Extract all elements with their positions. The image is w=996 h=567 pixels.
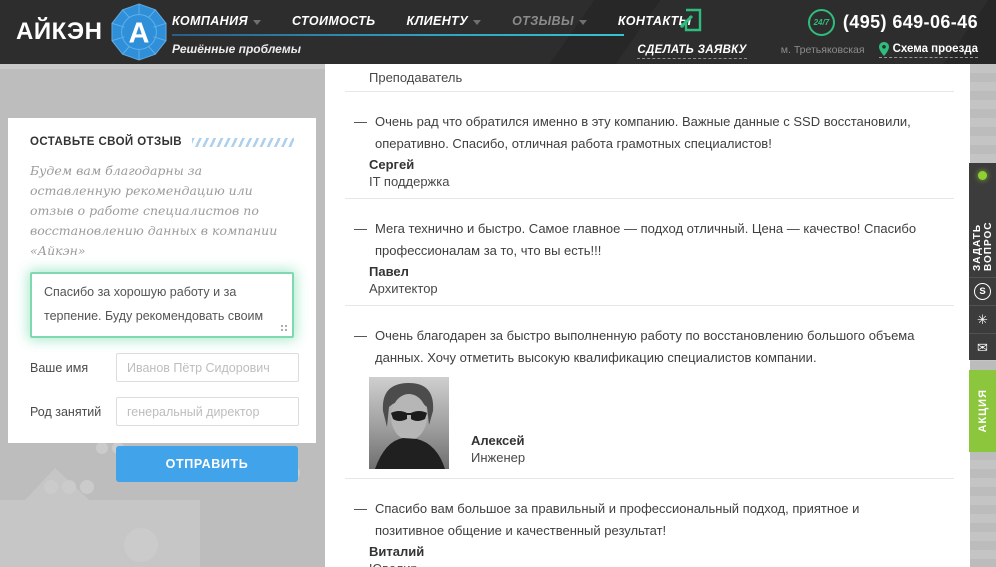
- review-item: — Очень рад что обратился именно в эту к…: [369, 92, 930, 198]
- skype-icon[interactable]: S: [969, 277, 996, 305]
- form-description: Будем вам благодарны за оставленную реко…: [30, 161, 294, 261]
- make-request-label: СДЕЛАТЬ ЗАЯВКУ: [637, 44, 746, 59]
- review-text: Очень благодарен за быстро выполненную р…: [375, 325, 930, 369]
- metro-station: м. Третьяковская: [781, 44, 865, 56]
- icq-icon[interactable]: ✳: [969, 305, 996, 333]
- directions-link[interactable]: Схема проезда: [879, 42, 978, 58]
- phone-number[interactable]: (495) 649-06-46: [843, 12, 978, 33]
- reviewer-occupation: Ювелир: [369, 561, 930, 567]
- feedback-form-panel: ОСТАВЬТЕ СВОЙ ОТЗЫВ Будем вам благодарны…: [8, 118, 316, 443]
- review-textarea[interactable]: Спасибо за хорошую работу и за терпение.…: [30, 272, 294, 338]
- nav-label: КЛИЕНТУ: [407, 14, 469, 28]
- form-title: ОСТАВЬТЕ СВОЙ ОТЗЫВ: [30, 136, 182, 148]
- reviews-panel: Преподаватель — Очень рад что обратился …: [325, 64, 970, 567]
- reviewer-occupation: IT поддержка: [369, 174, 930, 189]
- review-item: — Очень благодарен за быстро выполненную…: [345, 305, 954, 478]
- review-item: — Мега технично и быстро. Самое главное …: [345, 198, 954, 305]
- nav-item-reviews[interactable]: ОТЗЫВЫ: [512, 14, 587, 28]
- review-text: Спасибо вам большое за правильный и проф…: [375, 498, 930, 542]
- svg-text:А: А: [129, 18, 150, 50]
- occupation-field[interactable]: [116, 397, 299, 426]
- mail-icon[interactable]: ✉: [969, 333, 996, 361]
- directions-label: Схема проезда: [893, 43, 978, 55]
- ask-question-label: ЗАДАТЬ ВОПРОС: [972, 187, 994, 271]
- nav-item-client[interactable]: КЛИЕНТУ: [407, 14, 482, 28]
- logo-gem-icon: А: [110, 3, 168, 61]
- request-form-icon: [679, 7, 705, 33]
- logo[interactable]: АЙКЭН А: [16, 0, 168, 64]
- site-header: АЙКЭН А КОМПАНИЯ: [0, 0, 996, 64]
- name-field-label: Ваше имя: [30, 361, 116, 375]
- reviewer-occupation: Инженер: [471, 450, 525, 465]
- reviewer-name: Павел: [369, 264, 930, 279]
- online-status-icon: [978, 171, 987, 180]
- reviewer-name: Сергей: [369, 157, 930, 172]
- review-text: Мега технично и быстро. Самое главное — …: [375, 218, 930, 262]
- promo-tab[interactable]: АКЦИЯ: [969, 370, 996, 452]
- ask-question-tab[interactable]: ЗАДАТЬ ВОПРОС S ✳ ✉: [969, 163, 996, 360]
- reviewer-name: Виталий: [369, 544, 930, 559]
- review-dash: —: [354, 218, 375, 262]
- background-dot: [124, 528, 158, 562]
- review-text: Очень рад что обратился именно в эту ком…: [375, 111, 930, 155]
- background-trace: [0, 500, 200, 567]
- background-dot: [44, 480, 58, 494]
- nav-label: СТОИМОСТЬ: [292, 14, 376, 28]
- occupation-field-label: Род занятий: [30, 405, 116, 419]
- badge-24-7-icon: 24/7: [808, 9, 835, 36]
- chevron-down-icon: [579, 20, 587, 25]
- page: ЗАДАТЬ ВОПРОС S ✳ ✉ АКЦИЯ АЙКЭН: [0, 0, 996, 567]
- reviewer-photo: [369, 377, 449, 469]
- nav-label: ОТЗЫВЫ: [512, 14, 574, 28]
- title-stripes-decor: [192, 138, 294, 147]
- contact-block: 24/7 (495) 649-06-46 м. Третьяковская Сх…: [781, 9, 978, 58]
- main-nav: КОМПАНИЯ СТОИМОСТЬ КЛИЕНТУ ОТЗЫВЫ КОНТАК…: [172, 14, 692, 28]
- background-dot: [80, 480, 94, 494]
- logo-text: АЙКЭН: [16, 18, 102, 46]
- review-item: — Спасибо вам большое за правильный и пр…: [345, 478, 954, 567]
- name-field[interactable]: [116, 353, 299, 382]
- background-trace: [0, 64, 330, 69]
- make-request-button[interactable]: СДЕЛАТЬ ЗАЯВКУ: [634, 0, 750, 64]
- review-dash: —: [354, 111, 375, 155]
- chevron-down-icon: [253, 20, 261, 25]
- review-dash: —: [354, 498, 375, 542]
- reviewer-occupation: Архитектор: [369, 281, 930, 296]
- promo-label: АКЦИЯ: [977, 389, 989, 433]
- submit-button[interactable]: ОТПРАВИТЬ: [116, 446, 298, 482]
- nav-item-pricing[interactable]: СТОИМОСТЬ: [292, 14, 376, 28]
- chevron-down-icon: [473, 20, 481, 25]
- reviewer-name: Алексей: [471, 433, 525, 448]
- subnav-solved-problems[interactable]: Решённые проблемы: [172, 42, 301, 56]
- reviewer-occupation: Преподаватель: [369, 68, 930, 85]
- nav-label: КОМПАНИЯ: [172, 14, 248, 28]
- review-dash: —: [354, 325, 375, 369]
- resize-handle[interactable]: [280, 324, 289, 332]
- nav-item-company[interactable]: КОМПАНИЯ: [172, 14, 261, 28]
- nav-underline: [172, 34, 624, 36]
- background-dot: [62, 480, 76, 494]
- map-pin-icon: [879, 42, 889, 56]
